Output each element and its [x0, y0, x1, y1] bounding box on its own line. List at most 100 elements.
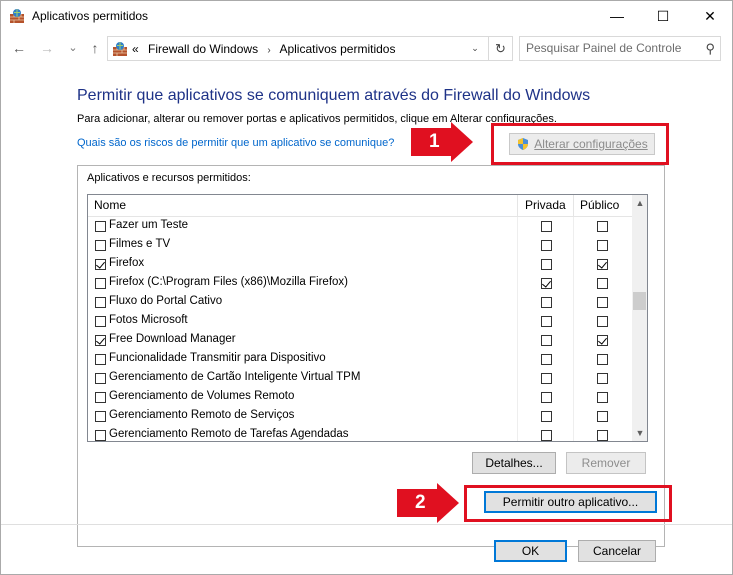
vertical-scrollbar[interactable]: ▲ ▼	[632, 195, 647, 441]
change-settings-button[interactable]: Alterar configurações	[509, 133, 655, 155]
public-checkbox[interactable]	[597, 297, 608, 308]
public-checkbox[interactable]	[597, 411, 608, 422]
maximize-button[interactable]: ☐	[640, 1, 686, 31]
annotation-number-2: 2	[415, 492, 426, 513]
table-row[interactable]: Gerenciamento de Cartão Inteligente Virt…	[88, 369, 632, 388]
enabled-checkbox[interactable]	[95, 259, 106, 270]
search-box[interactable]: ⚲	[519, 36, 721, 61]
enabled-checkbox[interactable]	[95, 221, 106, 232]
table-row[interactable]: Free Download Manager	[88, 331, 632, 350]
app-name: Funcionalidade Transmitir para Dispositi…	[109, 352, 326, 364]
private-checkbox[interactable]	[541, 278, 552, 289]
arrow-right-icon	[411, 122, 473, 162]
private-checkbox[interactable]	[541, 430, 552, 441]
column-name-header[interactable]: Nome	[94, 195, 126, 216]
app-name: Filmes e TV	[109, 238, 171, 250]
enabled-checkbox[interactable]	[95, 411, 106, 422]
private-checkbox[interactable]	[541, 354, 552, 365]
risks-link[interactable]: Quais são os riscos de permitir que um a…	[77, 137, 394, 149]
breadcrumb-firewall[interactable]: Firewall do Windows	[148, 42, 258, 56]
column-private-header[interactable]: Privada	[525, 195, 566, 216]
uac-shield-icon	[518, 138, 529, 150]
breadcrumb: « Firewall do Windows › Aplicativos perm…	[132, 42, 395, 56]
public-checkbox[interactable]	[597, 354, 608, 365]
remove-button[interactable]: Remover	[566, 452, 646, 474]
scroll-down-icon[interactable]: ▼	[632, 425, 647, 441]
table-row[interactable]: Firefox (C:\Program Files (x86)\Mozilla …	[88, 274, 632, 293]
window-title: Aplicativos permitidos	[32, 9, 149, 23]
table-row[interactable]: Funcionalidade Transmitir para Dispositi…	[88, 350, 632, 369]
cancel-button[interactable]: Cancelar	[578, 540, 656, 562]
address-bar[interactable]: « Firewall do Windows › Aplicativos perm…	[107, 36, 513, 61]
private-checkbox[interactable]	[541, 335, 552, 346]
allow-another-app-button[interactable]: Permitir outro aplicativo...	[484, 491, 657, 513]
private-checkbox[interactable]	[541, 259, 552, 270]
app-name: Fotos Microsoft	[109, 314, 188, 326]
enabled-checkbox[interactable]	[95, 240, 106, 251]
enabled-checkbox[interactable]	[95, 430, 106, 441]
public-checkbox[interactable]	[597, 278, 608, 289]
app-name: Firefox (C:\Program Files (x86)\Mozilla …	[109, 276, 348, 288]
private-checkbox[interactable]	[541, 411, 552, 422]
app-name: Fluxo do Portal Cativo	[109, 295, 223, 307]
table-row[interactable]: Fazer um Teste	[88, 217, 632, 236]
public-checkbox[interactable]	[597, 373, 608, 384]
private-checkbox[interactable]	[541, 392, 552, 403]
public-checkbox[interactable]	[597, 259, 608, 270]
enabled-checkbox[interactable]	[95, 392, 106, 403]
arrow-right-icon	[397, 483, 459, 523]
table-row[interactable]: Fluxo do Portal Cativo	[88, 293, 632, 312]
main-content: Permitir que aplicativos se comuniquem a…	[0, 65, 733, 575]
close-button[interactable]: ✕	[687, 1, 733, 31]
table-row[interactable]: Filmes e TV	[88, 236, 632, 255]
breadcrumb-overflow[interactable]: «	[132, 42, 139, 56]
public-checkbox[interactable]	[597, 335, 608, 346]
column-public-header[interactable]: Público	[580, 195, 619, 216]
table-row[interactable]: Gerenciamento Remoto de Serviços	[88, 407, 632, 426]
enabled-checkbox[interactable]	[95, 297, 106, 308]
enabled-checkbox[interactable]	[95, 373, 106, 384]
refresh-icon[interactable]: ↻	[488, 37, 512, 60]
private-checkbox[interactable]	[541, 240, 552, 251]
up-arrow-icon[interactable]: ↑	[87, 39, 103, 57]
public-checkbox[interactable]	[597, 316, 608, 327]
change-settings-label: Alterar configurações	[534, 137, 648, 151]
private-checkbox[interactable]	[541, 373, 552, 384]
enabled-checkbox[interactable]	[95, 316, 106, 327]
back-arrow-icon[interactable]: ←	[11, 39, 27, 57]
allowed-apps-list[interactable]: Nome Privada Público Fazer um Teste Filme…	[87, 194, 648, 442]
scroll-up-icon[interactable]: ▲	[632, 195, 647, 211]
enabled-checkbox[interactable]	[95, 335, 106, 346]
app-name: Gerenciamento Remoto de Serviços	[109, 409, 295, 421]
search-icon[interactable]: ⚲	[705, 41, 715, 57]
table-row[interactable]: Firefox	[88, 255, 632, 274]
public-checkbox[interactable]	[597, 221, 608, 232]
table-row[interactable]: Fotos Microsoft	[88, 312, 632, 331]
breadcrumb-allowed-apps[interactable]: Aplicativos permitidos	[279, 42, 395, 56]
enabled-checkbox[interactable]	[95, 278, 106, 289]
title-bar: Aplicativos permitidos — ☐ ✕	[0, 0, 733, 31]
recent-locations-chevron-icon[interactable]: ⌄	[65, 39, 81, 57]
table-row[interactable]: Gerenciamento de Volumes Remoto	[88, 388, 632, 407]
search-input[interactable]	[526, 41, 696, 55]
column-divider	[573, 195, 574, 216]
annotation-badge-1: 1	[411, 122, 473, 162]
annotation-badge-2: 2	[397, 483, 459, 523]
enabled-checkbox[interactable]	[95, 354, 106, 365]
private-checkbox[interactable]	[541, 297, 552, 308]
breadcrumb-separator-icon[interactable]: ›	[267, 45, 270, 56]
minimize-button[interactable]: —	[594, 1, 640, 31]
forward-arrow-icon[interactable]: →	[39, 39, 55, 57]
address-dropdown-icon[interactable]: ⌄	[464, 37, 486, 60]
private-checkbox[interactable]	[541, 316, 552, 327]
app-name: Firefox	[109, 257, 145, 269]
private-checkbox[interactable]	[541, 221, 552, 232]
ok-button[interactable]: OK	[494, 540, 567, 562]
scroll-thumb[interactable]	[633, 292, 646, 310]
public-checkbox[interactable]	[597, 430, 608, 441]
details-button[interactable]: Detalhes...	[472, 452, 556, 474]
public-checkbox[interactable]	[597, 392, 608, 403]
firewall-location-icon	[113, 42, 127, 56]
public-checkbox[interactable]	[597, 240, 608, 251]
table-row[interactable]: Gerenciamento Remoto de Tarefas Agendada…	[88, 426, 632, 441]
